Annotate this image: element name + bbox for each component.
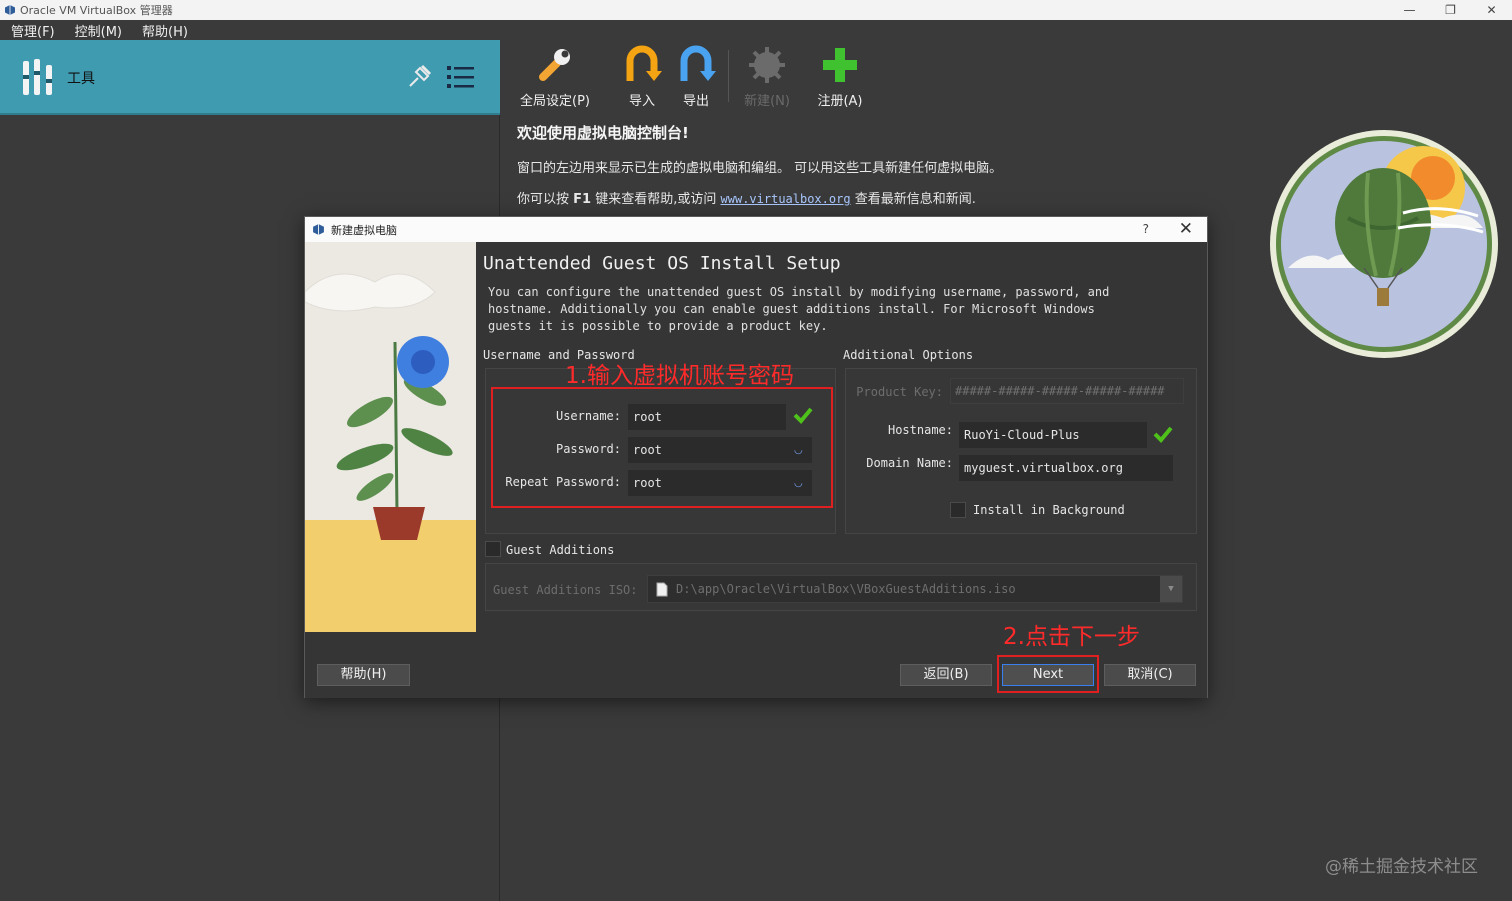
register-label: 注册(A) xyxy=(817,94,863,109)
import-label: 导入 xyxy=(628,94,655,109)
import-arrow-icon xyxy=(626,45,662,81)
welcome-line2: 你可以按 F1 键来查看帮助,或访问 www.virtualbox.org 查看… xyxy=(517,188,976,207)
annotation-step2: 2.点击下一步 xyxy=(1003,624,1140,650)
dialog-heading: Unattended Guest OS Install Setup xyxy=(483,253,841,274)
restore-button[interactable]: ❐ xyxy=(1430,0,1471,20)
annotation-box-credentials xyxy=(491,387,833,508)
new-gear-icon xyxy=(749,47,785,83)
hostname-field[interactable]: RuoYi-Cloud-Plus xyxy=(959,422,1147,448)
plant-illustration xyxy=(305,242,476,632)
export-label: 导出 xyxy=(682,94,709,109)
menu-control[interactable]: 控制(M) xyxy=(64,21,131,40)
virtualbox-logo-icon xyxy=(5,5,15,15)
list-view-icon[interactable] xyxy=(446,64,476,90)
virtualbox-website-link[interactable]: www.virtualbox.org xyxy=(721,192,851,206)
welcome-line2-prefix: 你可以按 xyxy=(517,192,570,207)
toolbar-separator xyxy=(728,50,729,102)
new-vm-button[interactable]: 新建(N) xyxy=(738,40,796,112)
options-group-label: Additional Options xyxy=(843,348,974,362)
minimize-button[interactable]: — xyxy=(1389,0,1430,20)
global-settings-label: 全局设定(P) xyxy=(520,94,590,109)
plus-icon xyxy=(823,48,857,82)
product-key-label: Product Key: xyxy=(856,385,943,399)
welcome-f1-key: F1 xyxy=(573,192,592,207)
welcome-line2-mid: 键来查看帮助,或访问 xyxy=(595,192,717,207)
register-button[interactable]: 注册(A) xyxy=(812,40,868,112)
annotation-step1: 1.输入虚拟机账号密码 xyxy=(565,363,794,389)
install-in-background-label: Install in Background xyxy=(973,503,1125,517)
help-button[interactable]: 帮助(H) xyxy=(317,664,410,686)
menu-manage[interactable]: 管理(F) xyxy=(0,21,64,40)
dialog-close-button[interactable]: ✕ xyxy=(1179,219,1193,239)
tools-item[interactable]: 工具 xyxy=(0,40,500,115)
virtualbox-dialog-icon xyxy=(313,224,324,235)
dialog-help-button[interactable]: ? xyxy=(1143,222,1149,236)
dialog-title: 新建虚拟电脑 xyxy=(331,223,397,237)
guest-additions-iso-label: Guest Additions ISO: xyxy=(493,583,638,597)
window-title: Oracle VM VirtualBox 管理器 xyxy=(20,4,173,17)
export-arrow-icon xyxy=(680,45,716,81)
export-button[interactable]: 导出 xyxy=(674,40,718,112)
window-titlebar: Oracle VM VirtualBox 管理器 — ❐ ✕ xyxy=(0,0,1512,20)
back-button[interactable]: 返回(B) xyxy=(900,664,992,686)
menu-help[interactable]: 帮助(H) xyxy=(131,21,197,40)
hot-air-balloon-illustration xyxy=(1270,130,1498,358)
new-vm-label: 新建(N) xyxy=(744,94,790,109)
import-button[interactable]: 导入 xyxy=(620,40,664,112)
domain-name-field[interactable]: myguest.virtualbox.org xyxy=(959,455,1173,481)
cancel-button[interactable]: 取消(C) xyxy=(1104,664,1196,686)
annotation-box-next xyxy=(997,655,1099,693)
watermark: @稀土掘金技术社区 xyxy=(1325,857,1478,877)
guest-additions-label: Guest Additions xyxy=(506,543,615,557)
domain-name-label: Domain Name: xyxy=(866,456,953,470)
tools-label: 工具 xyxy=(67,71,95,87)
close-window-button[interactable]: ✕ xyxy=(1471,0,1512,20)
pin-icon[interactable] xyxy=(406,60,436,90)
welcome-line2-suffix: 查看最新信息和新闻. xyxy=(854,192,976,207)
hostname-label: Hostname: xyxy=(887,423,953,437)
hostname-valid-check-icon xyxy=(1153,426,1173,443)
tools-icon xyxy=(23,59,52,95)
wrench-icon xyxy=(539,49,570,81)
dialog-description: You can configure the unattended guest O… xyxy=(488,285,1110,333)
chevron-down-icon[interactable]: ▼ xyxy=(1160,576,1182,602)
welcome-line1: 窗口的左边用来显示已生成的虚拟电脑和编组。 可以用这些工具新建任何虚拟电脑。 xyxy=(517,161,1003,176)
guest-additions-iso-select[interactable]: D:\app\Oracle\VirtualBox\VBoxGuestAdditi… xyxy=(647,575,1183,603)
guest-additions-iso-value: D:\app\Oracle\VirtualBox\VBoxGuestAdditi… xyxy=(676,582,1016,596)
menu-bar: 管理(F) 控制(M) 帮助(H) xyxy=(0,20,1512,40)
install-in-background-checkbox[interactable] xyxy=(950,502,966,518)
global-settings-button[interactable]: 全局设定(P) xyxy=(516,40,594,112)
file-icon xyxy=(656,582,668,597)
new-vm-dialog: 新建虚拟电脑 ? ✕ Unattended Guest OS Install S… xyxy=(304,216,1208,698)
guest-additions-checkbox[interactable] xyxy=(485,541,501,557)
dialog-titlebar: 新建虚拟电脑 ? ✕ xyxy=(305,217,1207,242)
welcome-title: 欢迎使用虚拟电脑控制台! xyxy=(517,124,689,142)
product-key-field[interactable]: #####-#####-#####-#####-##### xyxy=(950,378,1184,404)
